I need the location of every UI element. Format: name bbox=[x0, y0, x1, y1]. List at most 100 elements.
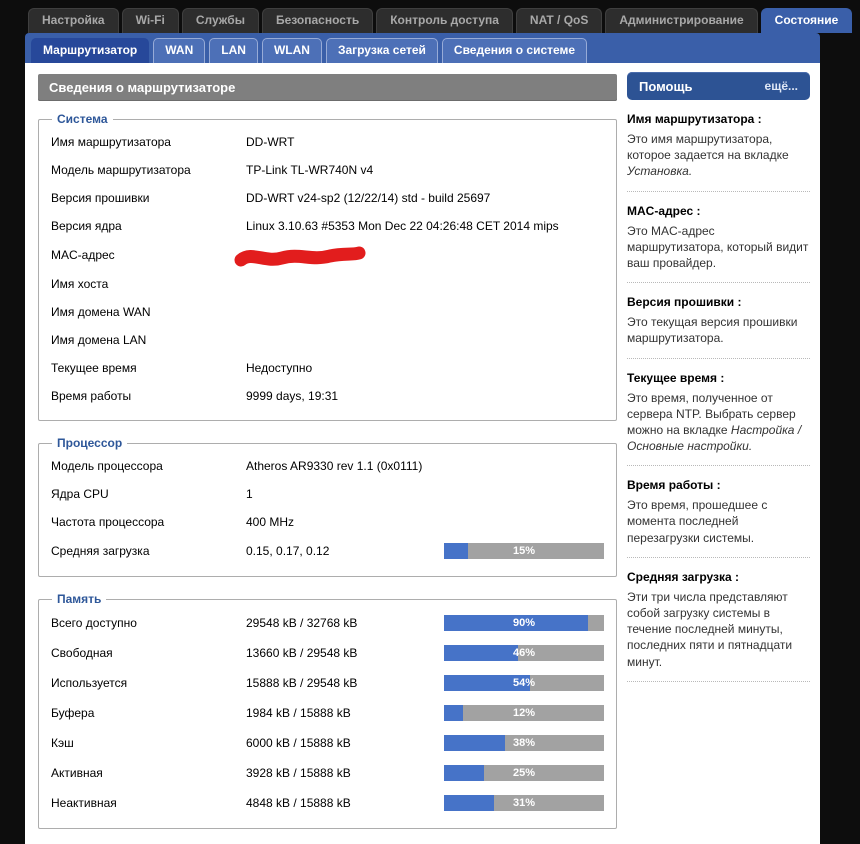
subtab-lan[interactable]: LAN bbox=[209, 38, 258, 63]
progress-bar-label: 12% bbox=[512, 707, 536, 719]
info-row: Свободная 13660 kB / 29548 kB 46% bbox=[51, 638, 604, 668]
tab-services[interactable]: Службы bbox=[181, 8, 259, 33]
progress-bar: 31% bbox=[444, 795, 604, 811]
help-topic-text: Это текущая версия прошивки маршрутизато… bbox=[627, 315, 798, 346]
info-value: DD-WRT v24-sp2 (12/22/14) std - build 25… bbox=[246, 191, 491, 205]
info-label: Версия прошивки bbox=[51, 191, 150, 205]
subtab-router[interactable]: Маршрутизатор bbox=[31, 38, 150, 63]
section-cpu-legend: Процессор bbox=[57, 436, 123, 450]
info-value: Linux 3.10.63 #5353 Mon Dec 22 04:26:48 … bbox=[246, 219, 559, 233]
progress-bar: 54% bbox=[444, 675, 604, 691]
main-content: Сведения о маршрутизаторе Система Имя ма… bbox=[25, 63, 625, 844]
page-title: Сведения о маршрутизаторе bbox=[38, 74, 617, 101]
info-label: Имя домена LAN bbox=[51, 333, 147, 347]
main-tabs: Настройка Wi-Fi Службы Безопасность Контроль… bbox=[25, 0, 853, 33]
help-topic-text: Это время, полученное от сервера NTP. Вы… bbox=[627, 390, 802, 454]
dotted-divider bbox=[627, 465, 810, 467]
info-row: MAC-адрес bbox=[51, 240, 604, 270]
info-value: 400 MHz bbox=[246, 515, 295, 529]
tab-nat-qos[interactable]: NAT / QoS bbox=[515, 8, 603, 33]
section-cpu-rows: Модель процессора Atheros AR9330 rev 1.1 … bbox=[51, 452, 604, 566]
progress-bar-label: 54% bbox=[512, 677, 536, 689]
help-topic-text: Это имя маршрутизатора, которое задается… bbox=[627, 132, 789, 179]
help-topic-heading: Имя маршрутизатора : bbox=[627, 112, 762, 126]
dotted-divider bbox=[627, 680, 810, 682]
help-header: Помощь ещё... bbox=[627, 72, 810, 100]
mac-redaction-scribble bbox=[234, 246, 366, 267]
info-label: Текущее время bbox=[51, 361, 137, 375]
info-label: Свободная bbox=[51, 646, 113, 660]
info-value: DD-WRT bbox=[246, 135, 295, 149]
subtab-wlan[interactable]: WLAN bbox=[261, 38, 322, 63]
help-topic: Время работы : Это время, прошедшее с мом… bbox=[627, 478, 810, 546]
info-value: Недоступно bbox=[246, 361, 313, 375]
info-label: MAC-адрес bbox=[51, 248, 115, 262]
info-value: 0.15, 0.17, 0.12 bbox=[246, 544, 330, 558]
info-label: Версия ядра bbox=[51, 219, 122, 233]
info-label: Неактивная bbox=[51, 796, 117, 810]
progress-bar-label: 25% bbox=[512, 767, 536, 779]
info-value: 13660 kB / 29548 kB bbox=[246, 646, 358, 660]
info-value bbox=[234, 246, 604, 267]
info-label: Имя маршрутизатора bbox=[51, 135, 171, 149]
progress-bar-label: 90% bbox=[512, 617, 536, 629]
subtab-bandwidth[interactable]: Загрузка сетей bbox=[325, 38, 438, 63]
help-topic: Текущее время : Это время, полученное от … bbox=[627, 371, 810, 455]
tab-wifi[interactable]: Wi-Fi bbox=[121, 8, 179, 33]
info-label: Кэш bbox=[51, 736, 74, 750]
info-row: Имя домена WAN bbox=[51, 298, 604, 326]
help-topic-heading: Время работы : bbox=[627, 478, 721, 493]
progress-bar: 15% bbox=[444, 543, 604, 559]
subtab-sysinfo[interactable]: Сведения о системе bbox=[441, 38, 588, 63]
progress-bar-label: 38% bbox=[512, 737, 536, 749]
tab-administration[interactable]: Администрирование bbox=[605, 8, 758, 33]
progress-bar-label: 31% bbox=[512, 797, 536, 809]
help-topic: Средняя загрузка : Эти три числа представ… bbox=[627, 570, 810, 670]
router-admin-window: Настройка Wi-Fi Службы Безопасность Контроль… bbox=[25, 0, 853, 844]
info-label: Буфера bbox=[51, 706, 95, 720]
progress-bar: 90% bbox=[444, 615, 604, 631]
progress-bar: 38% bbox=[444, 735, 604, 751]
info-row: Имя хоста bbox=[51, 270, 604, 298]
info-row: Версия ядра Linux 3.10.63 #5353 Mon Dec 2… bbox=[51, 212, 604, 240]
help-panel: Помощь ещё... Имя маршрутизатора : Это им… bbox=[625, 63, 820, 683]
info-value: 15888 kB / 29548 kB bbox=[246, 676, 358, 690]
content-area: Сведения о маршрутизаторе Система Имя ма… bbox=[25, 63, 820, 844]
section-system-legend: Система bbox=[57, 112, 108, 126]
tab-security[interactable]: Безопасность bbox=[261, 8, 374, 33]
info-row: Модель процессора Atheros AR9330 rev 1.1 … bbox=[51, 452, 604, 480]
sub-tabs: Маршрутизатор WAN LAN WLAN Загрузка сетей Све… bbox=[25, 33, 820, 63]
info-value: 1984 kB / 15888 kB bbox=[246, 706, 351, 720]
info-label: Имя хоста bbox=[51, 277, 109, 291]
dotted-divider bbox=[627, 282, 810, 284]
info-label: Модель процессора bbox=[51, 459, 163, 473]
info-label: Модель маршрутизатора bbox=[51, 163, 191, 177]
info-row: Средняя загрузка 0.15, 0.17, 0.12 15% bbox=[51, 536, 604, 566]
info-row: Версия прошивки DD-WRT v24-sp2 (12/22/14)… bbox=[51, 184, 604, 212]
section-memory: Память Всего доступно 29548 kB / 32768 kB… bbox=[38, 592, 617, 829]
info-row: Неактивная 4848 kB / 15888 kB 31% bbox=[51, 788, 604, 818]
tab-access-restrictions[interactable]: Контроль доступа bbox=[376, 8, 513, 33]
info-label: Время работы bbox=[51, 389, 132, 403]
subtab-wan[interactable]: WAN bbox=[153, 38, 206, 63]
info-row: Используется 15888 kB / 29548 kB 54% bbox=[51, 668, 604, 698]
section-cpu: Процессор Модель процессора Atheros AR933… bbox=[38, 436, 617, 577]
help-topic-text: Эти три числа представляют собой загрузк… bbox=[627, 589, 793, 669]
info-label: Частота процессора bbox=[51, 515, 165, 529]
info-row: Имя домена LAN bbox=[51, 326, 604, 354]
help-topic: Имя маршрутизатора : Это имя маршрутизато… bbox=[627, 112, 810, 180]
progress-bar: 46% bbox=[444, 645, 604, 661]
info-row: Частота процессора 400 MHz bbox=[51, 508, 604, 536]
help-topic: Версия прошивки : Это текущая версия прош… bbox=[627, 295, 810, 346]
tab-status[interactable]: Состояние bbox=[760, 8, 853, 33]
info-row: Кэш 6000 kB / 15888 kB 38% bbox=[51, 728, 604, 758]
info-label: Ядра CPU bbox=[51, 487, 109, 501]
info-label: Средняя загрузка bbox=[51, 544, 150, 558]
info-row: Буфера 1984 kB / 15888 kB 12% bbox=[51, 698, 604, 728]
info-label: Всего доступно bbox=[51, 616, 137, 630]
tab-setup[interactable]: Настройка bbox=[28, 8, 119, 33]
info-row: Ядра CPU 1 bbox=[51, 480, 604, 508]
help-more-link[interactable]: ещё... bbox=[765, 79, 798, 93]
help-topic-heading: Текущее время : bbox=[627, 370, 725, 385]
info-row: Модель маршрутизатора TP-Link TL-WR740N v… bbox=[51, 156, 604, 184]
